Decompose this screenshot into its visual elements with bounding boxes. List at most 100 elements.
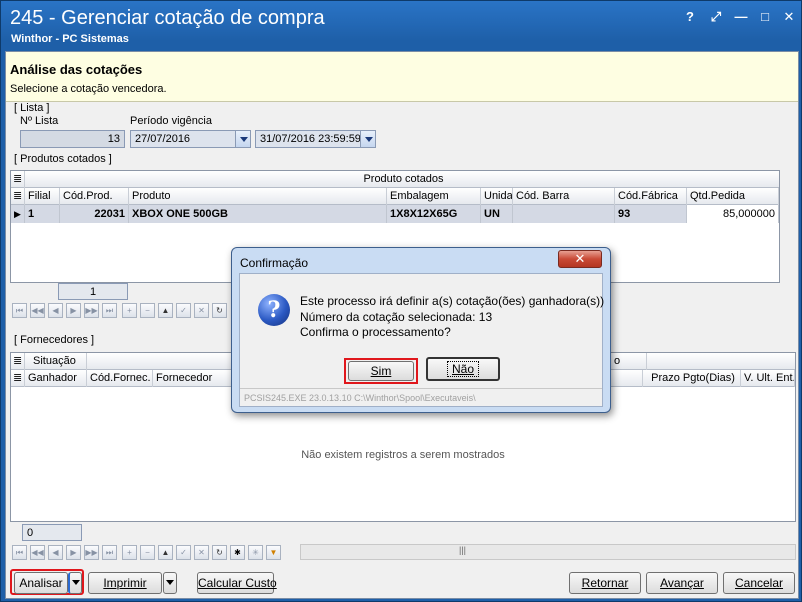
confirm-dialog: Confirmação ✕ ? Este processo irá defini…	[231, 247, 611, 413]
calcular-custo-button[interactable]: Calcular Custo	[197, 572, 277, 594]
grid-menu-icon[interactable]: ≣	[11, 188, 25, 205]
col-prazo[interactable]: Prazo Pgto(Dias)	[643, 370, 741, 387]
sim-label: Sim	[370, 364, 392, 378]
cancelar-label: Cancelar	[734, 576, 784, 590]
col-embalagem[interactable]: Embalagem	[387, 188, 481, 205]
nav-last-icon[interactable]: ⏭	[102, 303, 117, 318]
cell-codfabrica: 93	[615, 205, 687, 223]
cancel-icon[interactable]: ✕	[194, 303, 209, 318]
filter-icon[interactable]: ▼	[266, 545, 281, 560]
cancel-icon[interactable]: ✕	[194, 545, 209, 560]
produtos-band-label: Produto cotados	[363, 173, 444, 185]
analisar-dropdown[interactable]	[68, 572, 82, 594]
cell-codprod: 22031	[60, 205, 129, 223]
cell-embalagem: 1X8X12X65G	[387, 205, 481, 223]
retornar-button[interactable]: Retornar	[569, 572, 641, 594]
produtos-band: ≣ Produto cotados	[11, 171, 779, 188]
up-icon[interactable]: ▲	[158, 545, 173, 560]
dialog-close-button[interactable]: ✕	[558, 250, 602, 268]
dialog-message-line3: Confirma o processamento?	[300, 325, 451, 339]
nav-first-icon[interactable]: ⏮	[12, 545, 27, 560]
cell-qtd: 85,000000	[687, 205, 779, 223]
nav-prev-icon[interactable]: ◀	[48, 303, 63, 318]
nao-button[interactable]: Não	[426, 357, 500, 381]
col-filial[interactable]: Filial	[25, 188, 60, 205]
remove-icon[interactable]: −	[140, 545, 155, 560]
up-icon[interactable]: ▲	[158, 303, 173, 318]
remove-icon[interactable]: −	[140, 303, 155, 318]
fornecedores-navbar: ⏮ ◀◀ ◀ ▶ ▶▶ ⏭ + − ▲ ✓ ✕ ↻ ✱ ✳ ▼	[10, 544, 300, 562]
dropdown-arrow-icon[interactable]	[360, 131, 375, 147]
sparkle-icon[interactable]: ✳	[248, 545, 263, 560]
empty-message: Não existem registros a serem mostrados	[301, 449, 505, 461]
col-codprod[interactable]: Cód.Prod.	[60, 188, 129, 205]
add-icon[interactable]: +	[122, 303, 137, 318]
analisar-button[interactable]: Analisar	[14, 572, 68, 594]
refresh-icon[interactable]: ↻	[212, 545, 227, 560]
num-lista-label: Nº Lista	[20, 115, 59, 127]
sim-button[interactable]: Sim	[348, 361, 414, 381]
dialog-body: ? Este processo irá definir a(s) cotação…	[239, 273, 605, 407]
cell-filial: 1	[25, 205, 60, 223]
produtos-navbar: ⏮ ◀◀ ◀ ▶ ▶▶ ⏭ + − ▲ ✓ ✕ ↻	[10, 302, 240, 320]
cancelar-button[interactable]: Cancelar	[723, 572, 795, 594]
num-lista-field[interactable]: 13	[20, 130, 125, 148]
header-panel: Análise das cotações Selecione a cotação…	[6, 52, 798, 102]
imprimir-button[interactable]: Imprimir	[88, 572, 162, 594]
table-row[interactable]: ▶ 1 22031 XBOX ONE 500GB 1X8X12X65G UN 9…	[11, 205, 779, 223]
nav-first-icon[interactable]: ⏮	[12, 303, 27, 318]
dropdown-arrow-icon	[72, 580, 80, 585]
row-indicator-icon: ▶	[11, 205, 25, 223]
minimize-button[interactable]: —	[732, 9, 750, 25]
col-vultent[interactable]: V. Ult. Ent.	[741, 370, 795, 387]
nav-next-icon[interactable]: ▶	[66, 545, 81, 560]
avancar-button[interactable]: Avançar	[646, 572, 718, 594]
dialog-title: Confirmação	[240, 256, 309, 270]
nav-next-page-icon[interactable]: ▶▶	[84, 303, 99, 318]
nav-next-icon[interactable]: ▶	[66, 303, 81, 318]
band-right: o	[614, 355, 621, 367]
col-ganhador[interactable]: Ganhador	[25, 370, 87, 387]
maximize-button[interactable]: □	[756, 9, 774, 25]
dialog-status-bar: PCSIS245.EXE 23.0.13.10 C:\Winthor\Spool…	[240, 388, 602, 407]
restore-icon[interactable]: ⤢	[707, 9, 725, 25]
cell-codbarra	[513, 205, 615, 223]
help-button[interactable]: ?	[681, 9, 699, 25]
grid-menu-icon[interactable]: ≣	[11, 171, 25, 188]
col-codfabrica[interactable]: Cód.Fábrica	[615, 188, 687, 205]
nav-next-page-icon[interactable]: ▶▶	[84, 545, 99, 560]
dialog-message-line2: Número da cotação selecionada: 13	[300, 310, 493, 324]
dropdown-arrow-icon[interactable]	[235, 131, 250, 147]
refresh-icon[interactable]: ↻	[212, 303, 227, 318]
asterisk-icon[interactable]: ✱	[230, 545, 245, 560]
scroll-thumb-grip-icon[interactable]: |||	[459, 545, 466, 555]
nav-prev-page-icon[interactable]: ◀◀	[30, 545, 45, 560]
horizontal-scrollbar[interactable]: |||	[300, 544, 796, 560]
col-produto[interactable]: Produto	[129, 188, 387, 205]
col-qtd[interactable]: Qtd.Pedida	[687, 188, 779, 205]
date-to-field[interactable]: 31/07/2016 23:59:59	[255, 130, 376, 148]
produtos-count: 1	[58, 283, 128, 300]
close-window-button[interactable]: ✕	[780, 9, 798, 25]
col-unidade[interactable]: Unidade	[481, 188, 513, 205]
date-from-value: 27/07/2016	[135, 133, 191, 145]
cell-produto: XBOX ONE 500GB	[129, 205, 387, 223]
question-icon: ?	[258, 294, 290, 326]
add-icon[interactable]: +	[122, 545, 137, 560]
nav-prev-icon[interactable]: ◀	[48, 545, 63, 560]
avancar-label: Avançar	[660, 576, 704, 590]
imprimir-dropdown[interactable]	[163, 572, 177, 594]
nav-prev-page-icon[interactable]: ◀◀	[30, 303, 45, 318]
col-codfornec[interactable]: Cód.Fornec.	[87, 370, 153, 387]
periodo-label: Período vigência	[130, 115, 212, 127]
grid-menu-icon[interactable]: ≣	[11, 370, 25, 387]
dropdown-arrow-icon	[166, 580, 174, 585]
nav-last-icon[interactable]: ⏭	[102, 545, 117, 560]
produtos-group-label: [ Produtos cotados ]	[14, 153, 112, 165]
col-codbarra[interactable]: Cód. Barra	[513, 188, 615, 205]
check-icon[interactable]: ✓	[176, 545, 191, 560]
date-from-field[interactable]: 27/07/2016	[130, 130, 251, 148]
grid-menu-icon[interactable]: ≣	[11, 353, 25, 370]
check-icon[interactable]: ✓	[176, 303, 191, 318]
dialog-message-line1: Este processo irá definir a(s) cotação(õ…	[300, 294, 605, 308]
